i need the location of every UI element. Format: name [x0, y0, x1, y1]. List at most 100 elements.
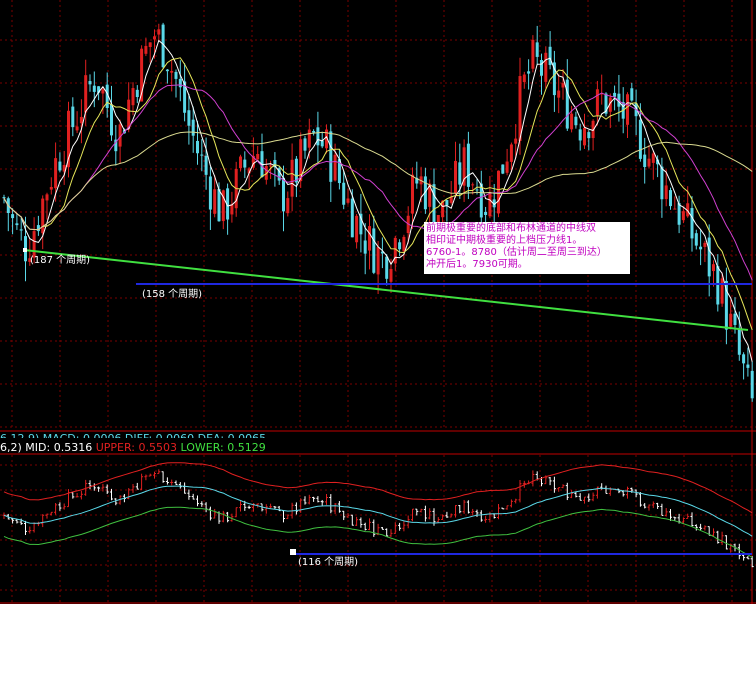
- candle-body: [58, 161, 62, 171]
- candle-body: [79, 116, 83, 124]
- candle-body: [135, 89, 139, 98]
- candle-body: [651, 153, 655, 163]
- candle-body: [514, 138, 518, 144]
- candle-body: [316, 127, 320, 146]
- candle-body: [574, 116, 578, 126]
- candle-body: [638, 119, 642, 159]
- candle-body: [303, 138, 307, 151]
- candle-body: [45, 194, 49, 201]
- boll-upper-label: UPPER:: [95, 441, 139, 454]
- candle-body: [307, 129, 311, 148]
- candle-body: [522, 74, 526, 83]
- candle-body: [11, 214, 15, 219]
- chart-area[interactable]: 前期极重要的底部和布林通道的中线双 相印证中期极重要的上档压力线1。 6760-…: [0, 0, 756, 604]
- candle-body: [488, 193, 492, 217]
- candle-body: [690, 208, 694, 239]
- candle-body: [320, 140, 324, 147]
- candle-body: [630, 88, 634, 101]
- candle-body: [49, 186, 53, 190]
- candle-body: [342, 182, 346, 205]
- candle-body: [742, 354, 746, 364]
- annotation-line: 相印证中期极重要的上档压力线1。: [426, 235, 583, 246]
- candle-body: [290, 159, 294, 197]
- candle-body: [333, 154, 337, 181]
- candle-body: [243, 159, 247, 168]
- candle-body: [230, 204, 234, 215]
- trendline-anchor: [23, 248, 27, 252]
- candle-body: [557, 90, 561, 98]
- candle-body: [363, 240, 367, 254]
- candle-body: [127, 99, 131, 130]
- candle-body: [15, 223, 19, 226]
- candle-body: [737, 328, 741, 355]
- candle-body: [131, 88, 135, 106]
- candle-body: [445, 200, 449, 206]
- boll-prefix: 6,2) MID:: [0, 441, 54, 454]
- candle-body: [346, 198, 350, 203]
- candle-body: [368, 226, 371, 251]
- candle-body: [669, 190, 672, 207]
- candle-body: [54, 158, 58, 189]
- candle-body: [200, 154, 204, 156]
- candle-body: [613, 92, 617, 97]
- kline-chart-svg: [0, 0, 756, 604]
- boll-lower-value: 0.5129: [227, 441, 266, 454]
- candle-body: [673, 208, 677, 210]
- sub-line-anchor: [290, 549, 296, 555]
- candle-body: [595, 89, 599, 116]
- candle-body: [41, 198, 45, 234]
- candle-body: [110, 104, 113, 136]
- candle-body: [153, 36, 156, 40]
- candle-body: [239, 156, 242, 169]
- candle-body: [703, 242, 707, 247]
- candle-body: [694, 233, 698, 246]
- boll-header: 6,2) MID: 0.5316 UPPER: 0.5503 LOWER: 0.…: [0, 441, 266, 454]
- annotation-line: 冲开后1。7930可期。: [426, 259, 528, 270]
- candle-body: [196, 140, 199, 154]
- candle-body: [385, 256, 389, 279]
- candle-body: [213, 189, 217, 214]
- candle-body: [664, 185, 668, 200]
- candle-body: [75, 126, 79, 131]
- candle-body: [36, 225, 40, 232]
- candle-body: [204, 155, 208, 175]
- boll-upper-value: 0.5503: [138, 441, 177, 454]
- candle-body: [71, 106, 75, 128]
- candle-body: [170, 70, 174, 73]
- candle-body: [294, 158, 298, 183]
- candle-body: [101, 89, 105, 94]
- candle-body: [191, 119, 195, 136]
- period-label-158: (158 个周期): [142, 289, 203, 300]
- candle-body: [389, 268, 393, 282]
- candle-body: [269, 165, 273, 167]
- candle-body: [527, 71, 531, 74]
- candle-body: [402, 236, 406, 252]
- candle-body: [720, 278, 724, 304]
- candle-body: [471, 184, 475, 186]
- candle-body: [174, 71, 178, 79]
- candle-body: [2, 197, 6, 199]
- candle-body: [561, 83, 565, 88]
- boll-lower-label: LOWER:: [180, 441, 228, 454]
- candle-body: [505, 161, 509, 173]
- candle-body: [208, 176, 212, 210]
- candle-body: [729, 313, 733, 327]
- candle-body: [707, 237, 711, 277]
- candle-body: [626, 94, 629, 125]
- candle-body: [84, 75, 88, 113]
- candle-body: [746, 364, 750, 368]
- macd-header: 6,12,9) MACD: 0.0006 DIFF: 0.0060 DEA: 0…: [0, 432, 266, 438]
- candle-body: [712, 264, 715, 272]
- candle-body: [148, 42, 152, 48]
- candle-body: [88, 81, 92, 85]
- candle-body: [643, 154, 647, 168]
- candle-body: [583, 127, 586, 146]
- candle-body: [157, 29, 161, 35]
- candle-body: [681, 211, 685, 221]
- candle-body: [92, 85, 96, 92]
- candle-body: [660, 166, 664, 200]
- candle-body: [329, 131, 333, 182]
- period-label-187: (187 个周期): [30, 255, 91, 266]
- candle-body: [501, 164, 505, 174]
- candle-body: [376, 247, 380, 275]
